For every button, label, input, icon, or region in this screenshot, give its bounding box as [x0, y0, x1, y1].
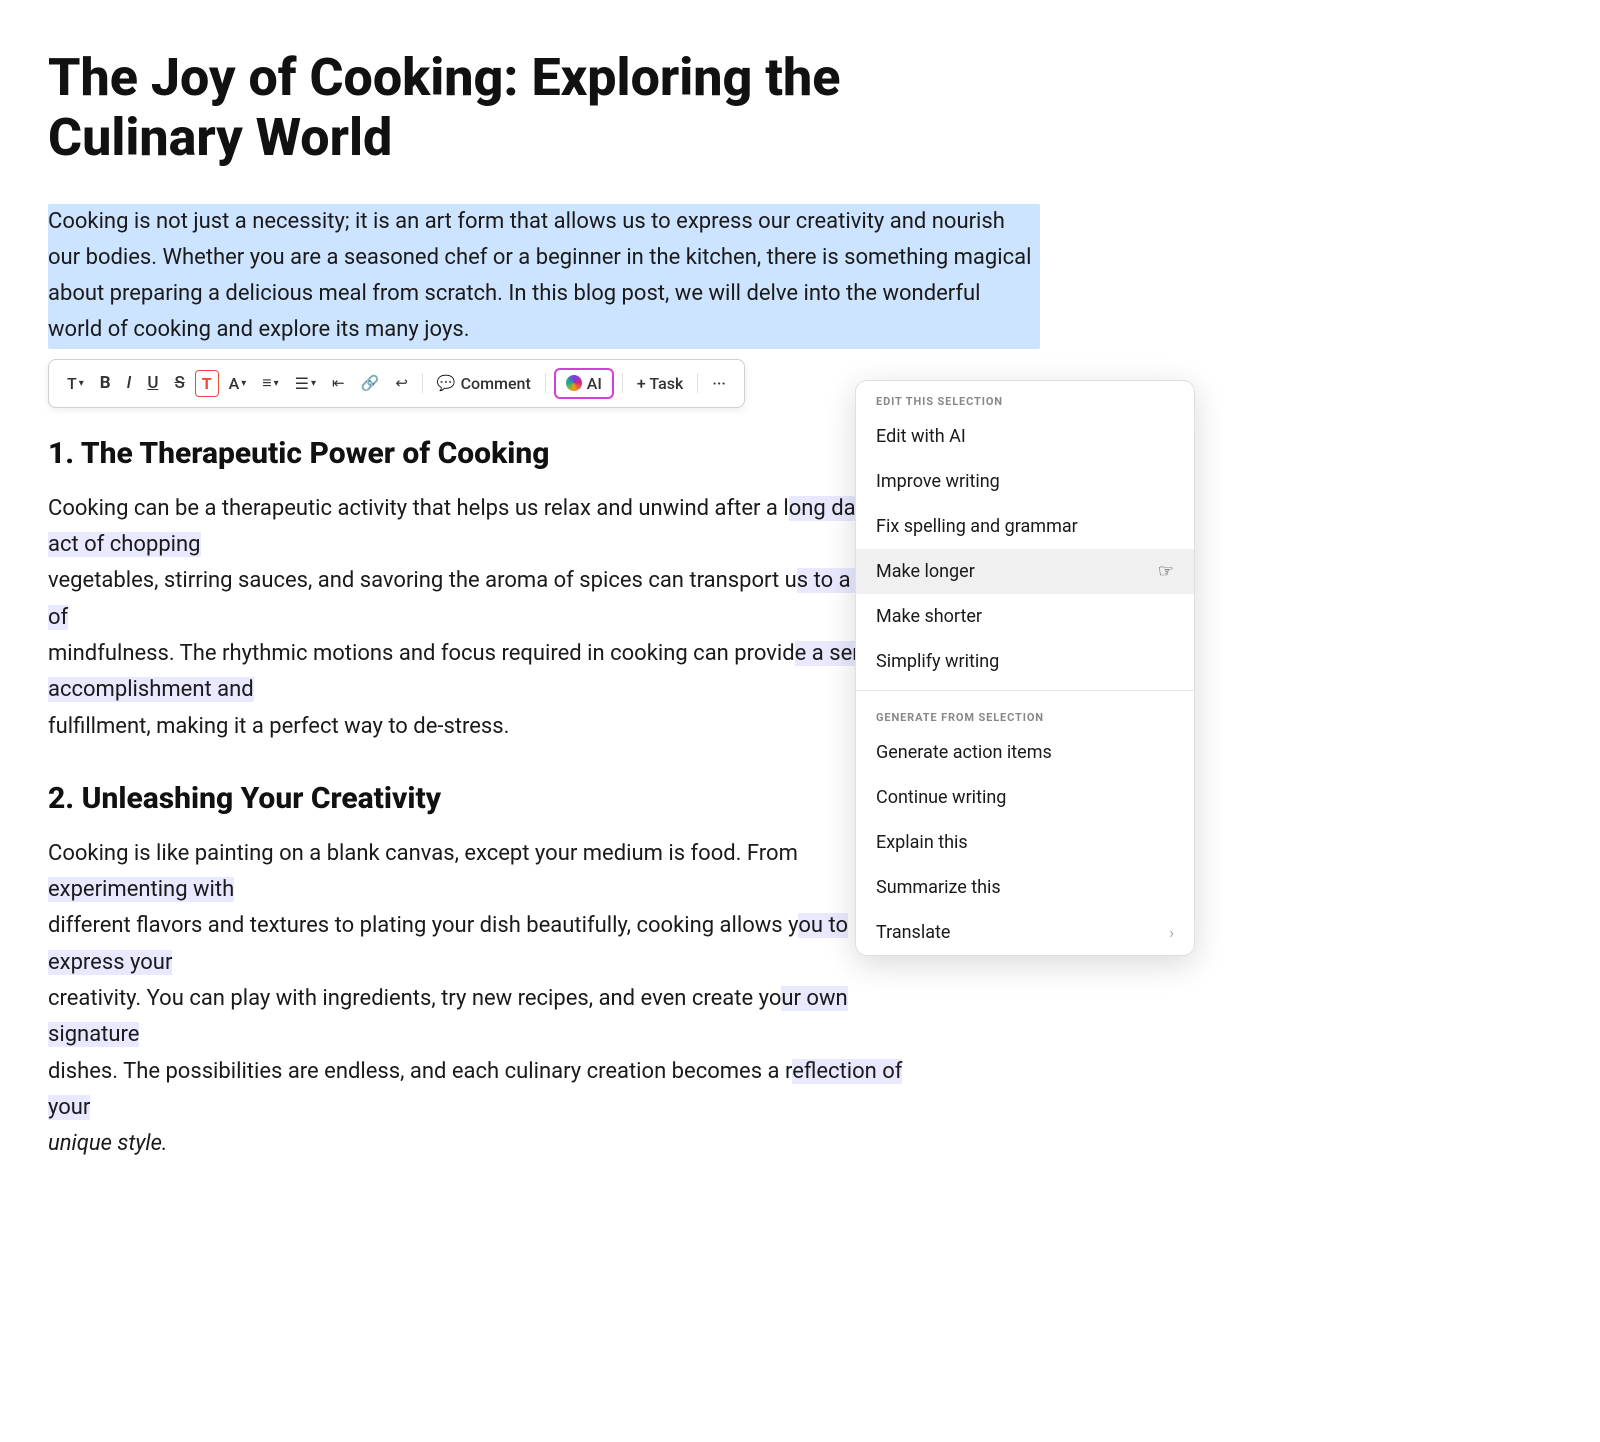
text-style-button[interactable]: T ▾ — [61, 370, 90, 397]
selected-paragraph: Cooking is not just a necessity; it is a… — [48, 204, 1040, 349]
align-button[interactable]: ≡ ▾ — [256, 369, 284, 397]
divider-3 — [622, 373, 623, 393]
underline-button[interactable]: U — [141, 369, 164, 397]
font-dropdown-arrow: ▾ — [241, 378, 246, 389]
comment-icon: 💬 — [437, 374, 456, 392]
divider-1 — [422, 373, 423, 393]
italic-button[interactable]: I — [121, 369, 138, 397]
strikethrough-button[interactable]: S — [168, 369, 190, 397]
explain-this-item[interactable]: Explain this — [856, 820, 1194, 865]
simplify-writing-item[interactable]: Simplify writing — [856, 639, 1194, 684]
ai-dropdown-menu: EDIT THIS SELECTION Edit with AI Improve… — [855, 380, 1195, 956]
link-button[interactable]: 🔗 — [355, 370, 386, 396]
summarize-this-item[interactable]: Summarize this — [856, 865, 1194, 910]
ai-button[interactable]: AI — [554, 368, 614, 399]
cursor-icon: ☞ — [1158, 561, 1174, 582]
translate-item[interactable]: Translate › — [856, 910, 1194, 955]
ai-icon — [566, 375, 582, 391]
divider-4 — [697, 373, 698, 393]
list-button[interactable]: ☰ ▾ — [289, 370, 322, 397]
align-dropdown-arrow: ▾ — [274, 378, 279, 389]
section1-body: Cooking can be a therapeutic activity th… — [48, 491, 918, 745]
generate-action-items-item[interactable]: Generate action items — [856, 730, 1194, 775]
highlight-button[interactable]: T — [195, 370, 219, 397]
fix-spelling-item[interactable]: Fix spelling and grammar — [856, 504, 1194, 549]
outdent-button[interactable]: ⇤ — [326, 370, 351, 396]
dropdown-separator — [856, 690, 1194, 691]
text-dropdown-arrow: ▾ — [79, 378, 84, 389]
divider-2 — [545, 373, 546, 393]
continue-writing-item[interactable]: Continue writing — [856, 775, 1194, 820]
edit-section-label: EDIT THIS SELECTION — [856, 381, 1194, 414]
bold-button[interactable]: B — [94, 369, 117, 397]
make-shorter-item[interactable]: Make shorter — [856, 594, 1194, 639]
document-title: The Joy of Cooking: Exploring the Culina… — [48, 48, 948, 168]
improve-writing-item[interactable]: Improve writing — [856, 459, 1194, 504]
list-dropdown-arrow: ▾ — [311, 378, 316, 389]
task-button[interactable]: + Task — [631, 370, 689, 397]
generate-section-label: GENERATE FROM SELECTION — [856, 697, 1194, 730]
font-color-button[interactable]: A ▾ — [223, 370, 253, 397]
more-options-button[interactable]: ··· — [706, 370, 732, 397]
formatting-toolbar: T ▾ B I U S T A ▾ ≡ ▾ ☰ ▾ ⇤ 🔗 ↩ — [48, 359, 745, 408]
translate-arrow-icon: › — [1169, 923, 1174, 942]
section2-body: Cooking is like painting on a blank canv… — [48, 836, 918, 1163]
comment-button[interactable]: 💬 Comment — [431, 370, 537, 397]
make-longer-item[interactable]: Make longer ☞ — [856, 549, 1194, 594]
indent-button[interactable]: ↩ — [389, 370, 414, 396]
edit-with-ai-item[interactable]: Edit with AI — [856, 414, 1194, 459]
